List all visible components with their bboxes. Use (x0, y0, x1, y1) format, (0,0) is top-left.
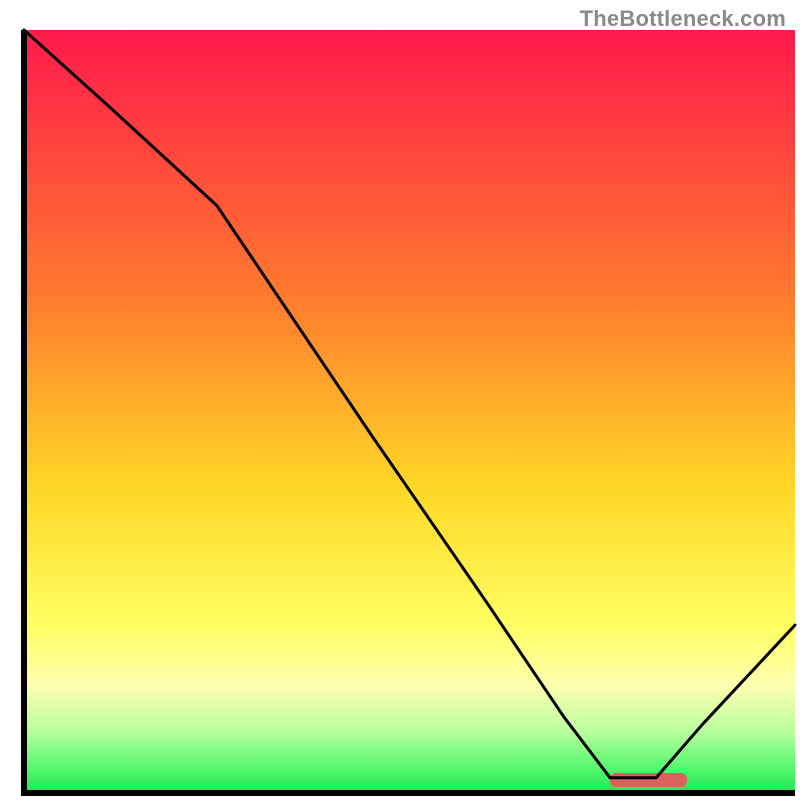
plot-gradient-background (24, 30, 795, 793)
optimal-range-marker (610, 773, 687, 787)
bottleneck-plot (0, 0, 800, 800)
chart-frame: TheBottleneck.com (0, 0, 800, 800)
